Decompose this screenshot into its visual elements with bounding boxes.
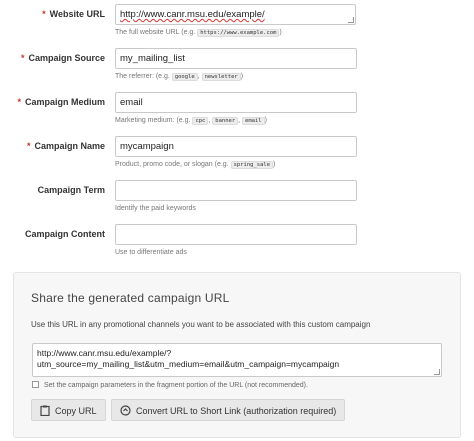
clipboard-icon [40,405,50,417]
field-help: Use to differentiate ads [115,249,187,256]
link-icon [120,405,131,416]
resize-handle[interactable] [434,369,440,375]
field-label: Campaign Content [25,229,105,239]
campaign-content-input[interactable] [115,224,357,245]
required-marker: * [42,9,46,19]
field-help: Marketing medium: (e.g. cpc, banner, ema… [115,117,267,125]
field-help: Identify the paid keywords [115,205,196,212]
field-label: Campaign Term [37,185,105,195]
website-url-input[interactable]: http://www.canr.msu.edu/example/ [115,4,356,25]
campaign-medium-input[interactable]: email [115,92,357,113]
field-label: * Campaign Name [26,141,105,151]
share-panel: Share the generated campaign URL Use thi… [13,272,461,438]
campaign-term-input[interactable] [115,180,357,201]
copy-url-button[interactable]: Copy URL [31,399,106,421]
field-label: * Website URL [42,9,105,19]
field-help: Product, promo code, or slogan (e.g. spr… [115,161,276,169]
fragment-checkbox[interactable] [32,381,39,388]
field-help: The full website URL (e.g. https://www.e… [115,29,282,37]
convert-short-link-button[interactable]: Convert URL to Short Link (authorization… [111,399,346,421]
panel-description: Use this URL in any promotional channels… [31,320,371,329]
panel-title: Share the generated campaign URL [31,291,230,305]
generated-url-textarea[interactable]: http://www.canr.msu.edu/example/? utm_so… [32,343,442,377]
fragment-label: Set the campaign parameters in the fragm… [44,382,308,389]
field-label: * Campaign Medium [17,97,105,107]
fragment-option: Set the campaign parameters in the fragm… [32,381,308,389]
resize-handle[interactable] [348,17,354,23]
campaign-name-input[interactable]: mycampaign [115,136,357,157]
field-label: * Campaign Source [20,53,105,63]
campaign-source-input[interactable]: my_mailing_list [115,48,357,69]
url-line-1: http://www.canr.msu.edu/example/? [37,348,172,358]
url-line-2: utm_source=my_mailing_list&utm_medium=em… [37,359,340,369]
field-help: The referrer: (e.g. google, newsletter) [115,73,244,81]
